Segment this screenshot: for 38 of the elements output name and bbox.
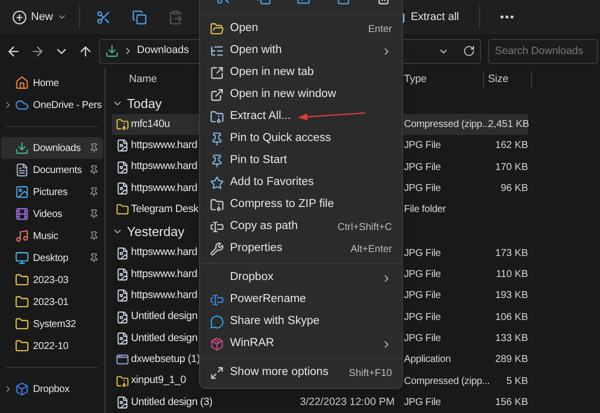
file-name: httpswww.hard xyxy=(131,160,198,172)
type-cell: JPG File xyxy=(404,162,441,173)
size-cell: 156 KB xyxy=(495,396,528,408)
type-cell: Compressed (zipp... xyxy=(404,376,490,387)
file-name: mfc140u xyxy=(131,118,170,130)
file-name: httpswww.hard xyxy=(131,246,198,258)
size-cell: 2,451 KB xyxy=(488,119,530,130)
type-cell: JPG File xyxy=(404,312,441,323)
type-cell: Application xyxy=(404,354,451,366)
file-name: httpswww.hard xyxy=(131,268,198,280)
size-cell: 173 KB xyxy=(495,248,528,259)
size-cell: 289 KB xyxy=(495,354,528,366)
size-cell: 110 KB xyxy=(496,268,528,280)
file-name: Untitled design xyxy=(131,332,198,344)
size-cell: 96 KB xyxy=(500,183,528,194)
size-cell: 162 KB xyxy=(495,140,528,152)
size-cell: 193 KB xyxy=(495,290,528,302)
file-name: Telegram Desk xyxy=(131,202,198,215)
type-cell: JPG File xyxy=(404,332,441,344)
type-cell: Compressed (zipp... xyxy=(404,119,490,130)
size-cell: 133 KB xyxy=(495,332,528,344)
type-cell: JPG File xyxy=(404,290,441,302)
date-cell: 3/22/2023 12:00 PM xyxy=(300,396,395,408)
type-cell: JPG File xyxy=(404,183,441,194)
type-cell: JPG File xyxy=(404,268,441,280)
file-name: Untitled design xyxy=(131,310,198,322)
file-name: httpswww.hard xyxy=(131,288,198,301)
size-cell: 5 KB xyxy=(506,376,528,387)
file-name: httpswww.hard xyxy=(131,182,198,194)
file-name: httpswww.hard xyxy=(131,138,198,151)
type-cell: JPG File xyxy=(404,248,441,259)
size-cell: 170 KB xyxy=(495,162,528,173)
file-name: xinput9_1_0 xyxy=(131,374,186,386)
type-cell: JPG File xyxy=(404,396,441,408)
file-name: Untitled design (3) xyxy=(131,396,212,408)
type-cell: JPG File xyxy=(404,140,441,152)
type-cell: File folder xyxy=(404,204,446,216)
size-cell: 106 KB xyxy=(495,312,528,323)
